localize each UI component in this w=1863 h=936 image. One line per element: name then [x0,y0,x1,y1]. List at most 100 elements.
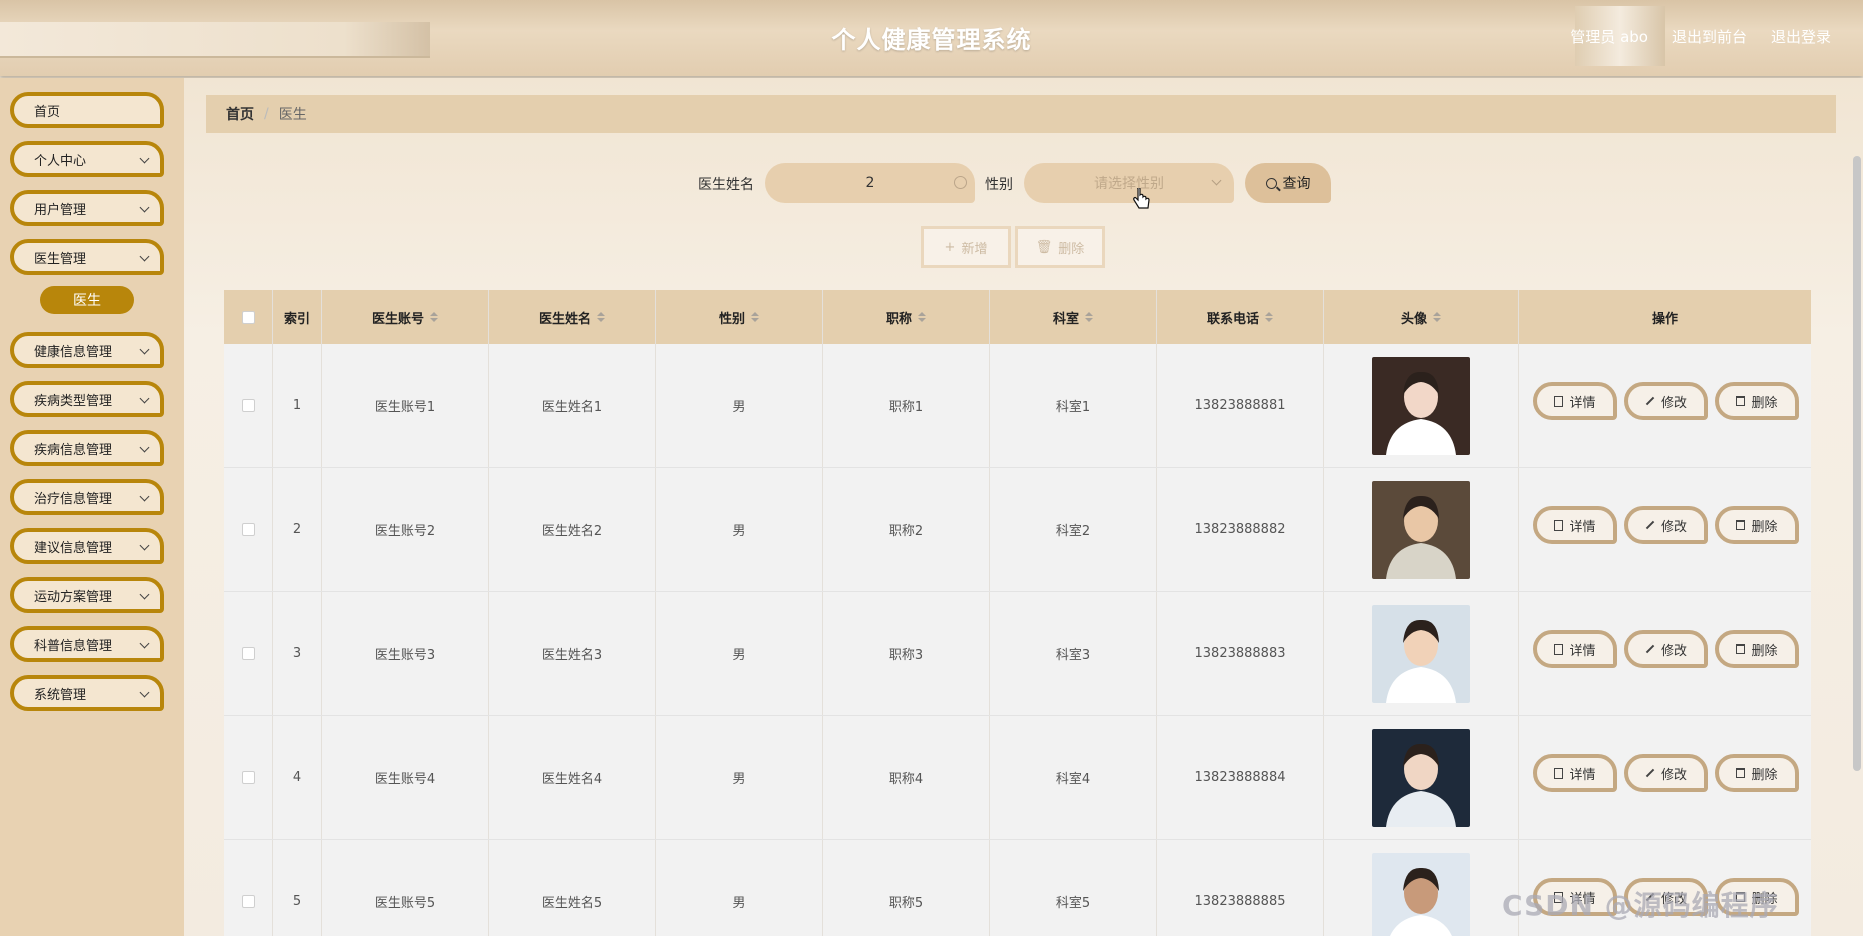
header-gender[interactable]: 性别 [656,290,823,344]
sidebar-item-exercise-plan[interactable]: 运动方案管理 [10,577,164,613]
header-avatar[interactable]: 头像 [1324,290,1519,344]
sidebar-item-treatment-info[interactable]: 治疗信息管理 [10,479,164,515]
edit-button[interactable]: 修改 [1624,382,1708,420]
header-dept[interactable]: 科室 [990,290,1157,344]
header-phone[interactable]: 联系电话 [1157,290,1324,344]
header-index: 索引 [273,290,322,344]
detail-button-label: 详情 [1569,395,1596,411]
search-button-label: 查询 [1282,176,1311,192]
detail-button[interactable]: 详情 [1533,754,1617,792]
sidebar-item-science-info[interactable]: 科普信息管理 [10,626,164,662]
search-button[interactable]: 查询 [1245,163,1331,203]
search-bar: 医生姓名 2 性别 请选择性别 查询 [184,163,1863,203]
cell-dept: 科室5 [990,840,1157,936]
edit-icon [1645,520,1655,530]
edit-button[interactable]: 修改 [1624,506,1708,544]
cell-operations: 详情 修改 删除 [1519,344,1811,467]
batch-delete-button[interactable]: 🗑︎ 删除 [1015,226,1105,268]
delete-button[interactable]: 删除 [1715,630,1799,668]
sidebar-item-home[interactable]: 首页 [10,92,164,128]
sidebar-item-label: 治疗信息管理 [34,491,113,507]
sort-icon[interactable] [1265,312,1273,322]
table-row: 3 医生账号3 医生姓名3 男 职称3 科室3 13823888883 详情 修改 删除 [224,592,1811,716]
sort-icon[interactable] [1085,312,1093,322]
back-to-front-link[interactable]: 退出到前台 [1672,26,1747,47]
sidebar-item-label: 运动方案管理 [34,589,113,605]
cell-dept: 科室2 [990,468,1157,591]
sidebar-item-personal-center[interactable]: 个人中心 [10,141,164,177]
header-account[interactable]: 医生账号 [322,290,489,344]
doctor-avatar [1372,728,1470,827]
cell-title-text: 职称3 [888,648,924,663]
cell-avatar [1324,468,1519,591]
gender-select[interactable]: 请选择性别 [1024,163,1234,203]
trash-icon [1736,644,1746,654]
sidebar-item-system[interactable]: 系统管理 [10,675,164,711]
sidebar-item-label: 疾病信息管理 [34,442,113,458]
cell-index-text: 2 [292,522,302,537]
clear-icon[interactable] [954,176,967,189]
add-button-label: 新增 [961,241,988,257]
delete-button[interactable]: 删除 [1715,506,1799,544]
sort-icon[interactable] [1433,312,1441,322]
sort-icon[interactable] [918,312,926,322]
breadcrumb-home[interactable]: 首页 [226,104,254,124]
cell-index-text: 5 [292,894,302,909]
sort-icon[interactable] [751,312,759,322]
sidebar-item-label: 用户管理 [34,202,87,218]
sidebar-item-disease-type[interactable]: 疾病类型管理 [10,381,164,417]
row-checkbox[interactable] [241,399,255,412]
row-checkbox[interactable] [241,647,255,660]
select-all-checkbox[interactable] [241,310,255,324]
row-checkbox[interactable] [241,523,255,536]
sidebar-item-user-management[interactable]: 用户管理 [10,190,164,226]
cell-title: 职称1 [823,344,990,467]
cell-index-text: 3 [292,646,302,661]
cell-phone: 13823888882 [1157,468,1324,591]
cell-name-text: 医生姓名2 [541,524,603,539]
delete-button-label: 删除 [1751,643,1778,659]
sort-icon[interactable] [597,312,605,322]
doctor-name-label: 医生姓名 [698,177,754,193]
cell-name: 医生姓名1 [489,344,656,467]
sidebar-item-disease-info[interactable]: 疾病信息管理 [10,430,164,466]
hand-cursor-icon [1133,188,1150,209]
doctor-name-input[interactable]: 2 [765,163,975,203]
breadcrumb: 首页 / 医生 [206,95,1836,133]
sidebar-subitem-doctor[interactable]: 医生 [40,286,134,314]
header-title[interactable]: 职称 [823,290,990,344]
cell-phone: 13823888883 [1157,592,1324,715]
sidebar-item-health-info[interactable]: 健康信息管理 [10,332,164,368]
edit-button[interactable]: 修改 [1624,754,1708,792]
delete-button-label: 删除 [1751,519,1778,535]
delete-button[interactable]: 删除 [1715,754,1799,792]
document-icon [1554,643,1564,655]
sort-icon[interactable] [430,312,438,322]
document-icon [1554,395,1564,407]
detail-button-label: 详情 [1569,767,1596,783]
cell-dept-text: 科室3 [1055,648,1091,663]
header-operations: 操作 [1519,290,1811,344]
edit-button-label: 修改 [1660,643,1687,659]
row-checkbox[interactable] [241,895,255,908]
cell-dept: 科室1 [990,344,1157,467]
detail-button[interactable]: 详情 [1533,506,1617,544]
doctor-avatar [1372,356,1470,455]
admin-label: 管理员 abo [1570,28,1648,46]
sidebar-item-doctor-management[interactable]: 医生管理 [10,239,164,275]
header-name[interactable]: 医生姓名 [489,290,656,344]
edit-button[interactable]: 修改 [1624,630,1708,668]
row-checkbox[interactable] [241,771,255,784]
add-button[interactable]: + 新增 [921,226,1011,268]
logout-link[interactable]: 退出登录 [1771,26,1831,47]
detail-button[interactable]: 详情 [1533,382,1617,420]
detail-button[interactable]: 详情 [1533,630,1617,668]
cell-gender-text: 男 [732,896,746,911]
chevron-down-icon [139,344,150,355]
cell-index: 5 [273,840,322,936]
cell-phone-text: 13823888881 [1194,398,1286,413]
delete-button[interactable]: 删除 [1715,382,1799,420]
scrollbar[interactable] [1853,156,1861,771]
cell-operations: 详情 修改 删除 [1519,592,1811,715]
sidebar-item-advice-info[interactable]: 建议信息管理 [10,528,164,564]
